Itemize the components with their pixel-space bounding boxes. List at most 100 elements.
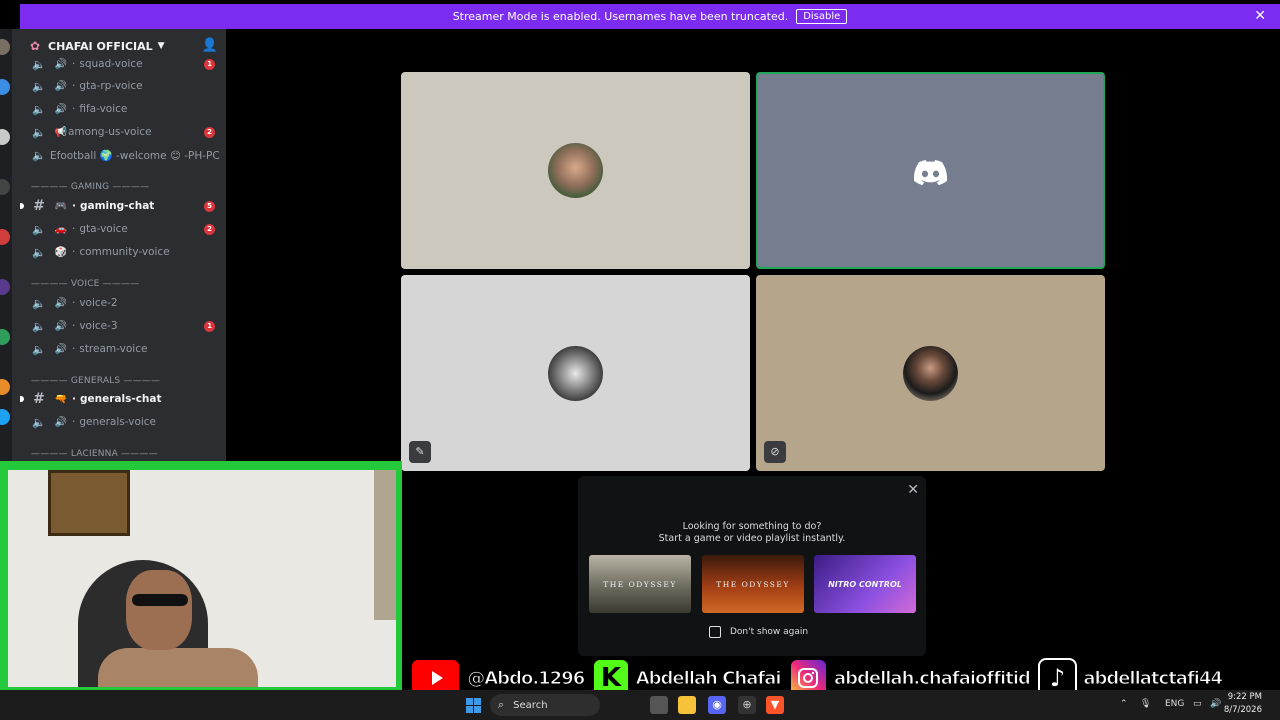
- video-tile[interactable]: [401, 72, 750, 269]
- speaker-icon: 🔈: [32, 57, 46, 71]
- instagram-handle: abdellah.chafaioffitid: [833, 667, 1031, 689]
- mention-badge: 1: [204, 59, 215, 70]
- speaker-icon: 🔈: [32, 102, 46, 116]
- volume-icon[interactable]: 🔊: [1210, 699, 1221, 709]
- hashtag-icon: #: [33, 391, 45, 407]
- channel-name: generals-voice: [79, 416, 157, 428]
- search-icon: ⌕: [498, 698, 505, 711]
- channel-item[interactable]: 🔈 🚗 · gta-voice 2: [12, 218, 226, 240]
- sunglasses: [132, 594, 188, 606]
- close-icon[interactable]: ✕: [1254, 8, 1266, 24]
- channel-name: fifa-voice: [79, 103, 128, 115]
- speaker-icon: 🔈: [32, 342, 46, 356]
- channel-sidebar: ✿ CHAFAI OFFICIAL ▼ 👤 🔈 🔊 · squad-voice 1…: [12, 29, 226, 464]
- speaker-icon: 🔈: [32, 222, 46, 236]
- channel-item[interactable]: 🔈 🔊 · stream-voice: [12, 338, 226, 360]
- participant-avatar: [548, 346, 603, 401]
- webcam-overlay: [0, 461, 402, 693]
- server-icon[interactable]: [0, 179, 10, 195]
- category-generals[interactable]: ———— GENERALS ————: [31, 376, 160, 386]
- activity-card[interactable]: NITRO CONTROL: [814, 555, 916, 613]
- activity-suggestion-panel: ✕ Looking for something to do? Start a g…: [578, 476, 926, 656]
- channel-name: Efootball 🌍 -welcome 😊 -PH-PC: [50, 149, 220, 162]
- channel-item[interactable]: 🔈 🔊 · voice-3 1: [12, 315, 226, 337]
- taskbar-search[interactable]: ⌕ Search: [490, 694, 600, 716]
- activity-card[interactable]: THE ODYSSEY: [589, 555, 691, 613]
- kick-handle: Abdellah Chafai: [635, 667, 782, 689]
- browser-app-icon[interactable]: ⊕: [738, 696, 756, 714]
- server-icon[interactable]: [0, 79, 10, 95]
- taskbar-clock[interactable]: 9:22 PM 8/7/2026: [1224, 691, 1262, 717]
- category-lacienna[interactable]: ———— LACIENNA ————: [31, 449, 158, 459]
- discord-app-icon[interactable]: ◉: [708, 696, 726, 714]
- close-icon[interactable]: ✕: [907, 482, 919, 498]
- channel-item[interactable]: # 🎮 · gaming-chat 5: [12, 195, 226, 217]
- video-tile[interactable]: ⊘: [756, 275, 1105, 471]
- server-icon[interactable]: [0, 229, 10, 245]
- disable-streamer-mode-button[interactable]: Disable: [796, 9, 848, 24]
- channel-item[interactable]: 🔈 🔊 · squad-voice 1: [12, 53, 226, 75]
- dont-show-again-checkbox[interactable]: [709, 626, 721, 638]
- server-icon[interactable]: [0, 409, 10, 425]
- microphone-icon[interactable]: 🎙: [1140, 699, 1151, 709]
- activity-card[interactable]: THE ODYSSEY: [702, 555, 804, 613]
- deafened-icon: ⊘: [764, 441, 786, 463]
- participant-avatar: [903, 346, 958, 401]
- category-gaming[interactable]: ———— GAMING ————: [31, 182, 149, 192]
- mention-badge: 1: [204, 321, 215, 332]
- language-indicator[interactable]: ENG: [1165, 699, 1184, 709]
- speaker-icon: 🔈: [32, 296, 46, 310]
- webcam-feed: [8, 470, 396, 687]
- activity-heading: Looking for something to do?: [682, 521, 822, 532]
- channel-item[interactable]: # 🔫 · generals-chat: [12, 388, 226, 410]
- channel-item[interactable]: 🔈 Efootball 🌍 -welcome 😊 -PH-PC: [12, 144, 226, 166]
- server-icon[interactable]: [0, 279, 10, 295]
- channel-item[interactable]: 🔈 🔊 · fifa-voice: [12, 98, 226, 120]
- chevron-up-icon[interactable]: ⌃: [1120, 699, 1128, 709]
- clock-time: 9:22 PM: [1227, 692, 1262, 702]
- dont-show-again-row[interactable]: Don't show again: [709, 626, 808, 638]
- channel-item[interactable]: 🔈 🔊 · gta-rp-voice: [12, 75, 226, 97]
- server-icon[interactable]: [0, 329, 10, 345]
- search-placeholder: Search: [513, 699, 548, 711]
- streamer-face: [126, 570, 192, 650]
- channel-item[interactable]: 🔈 🔊 · voice-2: [12, 292, 226, 314]
- chevron-down-icon: ▼: [157, 41, 165, 51]
- channel-name: voice-3: [79, 320, 118, 332]
- channel-item[interactable]: 🔈 📢 among-us-voice 2: [12, 121, 226, 143]
- channel-name: gta-rp-voice: [79, 80, 143, 92]
- file-explorer-icon[interactable]: [678, 696, 696, 714]
- brave-browser-icon[interactable]: ▼: [766, 696, 784, 714]
- wall-painting: [48, 470, 130, 536]
- streamer-body: [98, 648, 258, 687]
- youtube-handle: @Abdo.1296: [467, 667, 586, 689]
- windows-taskbar: ⌕ Search ◉ ⊕ ▼ ⌃ 🎙 ENG ▭ 🔊 9:22 PM 8/7/2…: [0, 690, 1280, 720]
- video-tile[interactable]: ✎: [401, 275, 750, 471]
- video-tile-speaking[interactable]: [756, 72, 1105, 269]
- participant-avatar: [548, 143, 603, 198]
- speaker-icon: 🔈: [32, 319, 46, 333]
- display-icon[interactable]: ▭: [1193, 699, 1202, 709]
- server-icon[interactable]: [0, 39, 10, 55]
- server-logo-icon: ✿: [30, 39, 41, 53]
- mention-badge: 5: [204, 201, 215, 212]
- dont-show-again-label: Don't show again: [730, 627, 809, 637]
- server-icon[interactable]: [0, 129, 10, 145]
- channel-name: voice-2: [79, 297, 118, 309]
- invite-people-icon[interactable]: 👤: [202, 38, 218, 53]
- streamer-mode-banner: Streamer Mode is enabled. Usernames have…: [20, 4, 1280, 29]
- server-rail: [0, 29, 12, 464]
- mention-badge: 2: [204, 224, 215, 235]
- task-view-icon[interactable]: [650, 696, 668, 714]
- hashtag-icon: #: [33, 198, 45, 214]
- speaker-icon: 🔈: [32, 79, 46, 93]
- windows-start-icon[interactable]: [466, 698, 481, 713]
- channel-name: among-us-voice: [68, 126, 152, 138]
- channel-item[interactable]: 🔈 🎲 · community-voice: [12, 241, 226, 263]
- activity-subheading: Start a game or video playlist instantly…: [658, 533, 846, 544]
- mic-muted-icon: ✎: [409, 441, 431, 463]
- category-voice[interactable]: ———— VOICE ————: [31, 279, 139, 289]
- server-icon[interactable]: [0, 379, 10, 395]
- channel-item[interactable]: 🔈 🔊 · generals-voice: [12, 411, 226, 433]
- server-name: CHAFAI OFFICIAL: [48, 39, 153, 53]
